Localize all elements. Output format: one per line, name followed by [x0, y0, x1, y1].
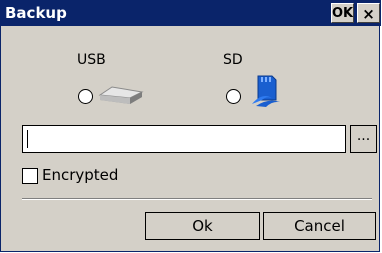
usb-drive-icon — [98, 86, 144, 104]
path-input[interactable] — [22, 125, 346, 153]
usb-label: USB — [77, 52, 106, 68]
cancel-button[interactable]: Cancel — [263, 212, 376, 240]
title-close-button[interactable]: × — [357, 3, 380, 23]
encrypted-checkbox[interactable] — [22, 168, 38, 184]
separator — [22, 198, 372, 200]
text-caret — [27, 130, 28, 148]
sd-card-icon — [252, 75, 280, 107]
ok-button[interactable]: Ok — [145, 212, 260, 240]
window-title: Backup — [5, 4, 67, 22]
encrypted-label: Encrypted — [42, 166, 119, 184]
usb-radio[interactable] — [78, 89, 93, 104]
sd-label: SD — [223, 52, 243, 68]
backup-dialog: Backup OK × USB SD ... Encrypted Ok Canc… — [0, 0, 381, 252]
title-ok-button[interactable]: OK — [331, 3, 354, 23]
sd-radio[interactable] — [226, 89, 241, 104]
title-bar: Backup OK × — [1, 0, 381, 26]
browse-button[interactable]: ... — [350, 125, 377, 153]
